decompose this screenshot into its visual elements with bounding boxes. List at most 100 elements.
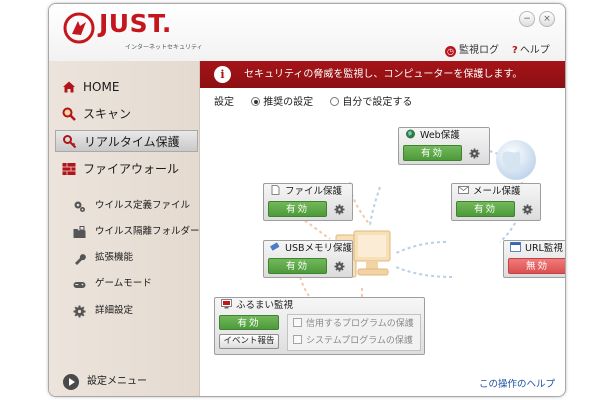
sidebar-item-label: 拡張機能: [95, 252, 134, 263]
sidebar-item-quarantine-folder[interactable]: ウイルス隔離フォルダー: [71, 223, 200, 241]
recommended-label: 推奨の設定: [263, 97, 314, 108]
monitor-icon: [221, 299, 232, 309]
operation-help-link[interactable]: この操作のヘルプ: [479, 376, 555, 390]
folder-lock-icon: [73, 226, 86, 238]
sidebar-item-extensions[interactable]: 拡張機能: [71, 249, 133, 267]
file-protection-toggle[interactable]: 有効: [268, 201, 327, 217]
gear-icon[interactable]: [334, 204, 345, 215]
title-bar: JUST. インターネットセキュリティ − × ◷ 監視ログ ? ヘルプ: [49, 4, 565, 61]
monitor-log-link[interactable]: ◷ 監視ログ: [445, 41, 499, 57]
close-button[interactable]: ×: [539, 11, 555, 27]
card-title-label: メール保護: [473, 186, 521, 197]
gear-icon[interactable]: [469, 148, 480, 159]
brand-subtitle: インターネットセキュリティ: [125, 44, 203, 51]
main-content: i セキュリティの脅威を監視し、コンピューターを保護します。 設定 推奨の設定 …: [200, 61, 565, 396]
mode-label: 設定: [214, 97, 234, 108]
usb-icon: [270, 242, 280, 251]
mail-protection-card: メール保護 有効: [451, 183, 541, 221]
system-program-option[interactable]: システムプログラムの保護: [293, 335, 413, 348]
checkbox[interactable]: [293, 335, 302, 344]
card-title-label: ファイル保護: [285, 186, 343, 197]
gear-icon[interactable]: [522, 204, 533, 215]
wrench-icon: [75, 254, 86, 265]
usb-protection-card: USBメモリ保護 有効: [263, 240, 353, 278]
behavior-options: 信用するプログラムの保護 システムプログラムの保護: [287, 314, 421, 351]
play-icon: [63, 374, 79, 390]
status-banner: i セキュリティの脅威を監視し、コンピューターを保護します。: [200, 61, 565, 88]
monitor-log-label: 監視ログ: [459, 45, 499, 56]
card-title: Web保護: [405, 129, 460, 143]
gear-icon[interactable]: [334, 261, 345, 272]
url-monitor-card: URL監視 無効: [503, 240, 565, 278]
logo-emblem-icon: [63, 12, 95, 44]
card-title: USBメモリ保護: [270, 242, 352, 256]
globe-icon: [496, 140, 536, 180]
settings-menu-button[interactable]: 設定メニュー: [63, 372, 147, 392]
option-label: システムプログラムの保護: [306, 336, 413, 346]
brand-logo: JUST. インターネットセキュリティ: [63, 9, 223, 52]
panel-title: ふるまい監視: [221, 299, 293, 313]
usb-protection-toggle[interactable]: 有効: [268, 258, 327, 274]
sidebar-item-label: スキャン: [83, 107, 132, 121]
sidebar-item-virus-definitions[interactable]: ウイルス定義ファイル: [71, 197, 190, 215]
question-icon: ?: [512, 45, 518, 56]
card-title: メール保護: [458, 185, 521, 199]
mode-selector: 設定 推奨の設定 自分で設定する: [214, 95, 412, 111]
key-icon: [63, 135, 77, 149]
help-link[interactable]: ? ヘルプ: [512, 41, 550, 56]
gears-icon: [74, 201, 85, 212]
sidebar-item-realtime-protection[interactable]: リアルタイム保護: [55, 130, 198, 152]
web-protection-card: Web保護 有効: [398, 127, 490, 165]
help-label: ヘルプ: [519, 45, 550, 56]
app-window: JUST. インターネットセキュリティ − × ◷ 監視ログ ? ヘルプ HOME …: [48, 3, 566, 397]
globe-icon: [406, 129, 415, 139]
card-title: URL監視: [510, 242, 563, 256]
checkbox[interactable]: [293, 318, 302, 327]
home-icon: [63, 81, 75, 93]
document-icon: [271, 185, 280, 195]
sidebar-item-label: ファイアウォール: [83, 162, 180, 176]
radio-indicator: [330, 97, 340, 106]
radio-indicator: [251, 97, 261, 106]
sidebar: HOME スキャン リアルタイム保護 ファイアウォール ウイルス定義ファイル ウ…: [49, 61, 200, 396]
url-monitor-toggle[interactable]: 無効: [508, 258, 565, 274]
behavior-monitor-toggle[interactable]: 有効: [219, 315, 279, 330]
behavior-monitor-panel: ふるまい監視 有効 イベント報告 信用するプログラムの保護 システムプログラムの…: [214, 297, 425, 355]
sidebar-item-label: ゲームモード: [95, 278, 152, 289]
envelope-icon: [458, 186, 469, 194]
sidebar-item-game-mode[interactable]: ゲームモード: [71, 275, 152, 293]
recommended-radio[interactable]: 推奨の設定: [251, 97, 313, 108]
sidebar-item-label: HOME: [83, 80, 120, 94]
card-title-label: Web保護: [420, 130, 460, 141]
custom-radio[interactable]: 自分で設定する: [330, 97, 412, 108]
sidebar-item-advanced-settings[interactable]: 詳細設定: [71, 302, 133, 320]
card-title-label: USBメモリ保護: [285, 243, 353, 254]
settings-menu-label: 設定メニュー: [87, 376, 147, 387]
option-label: 信用するプログラムの保護: [306, 319, 414, 329]
gear-icon: [73, 305, 86, 318]
firewall-icon: [62, 163, 76, 175]
sidebar-item-home[interactable]: HOME: [55, 76, 198, 98]
sidebar-item-label: 詳細設定: [95, 305, 134, 316]
card-title-label: URL監視: [525, 243, 563, 254]
file-protection-card: ファイル保護 有効: [263, 183, 353, 221]
magnifier-icon: [62, 107, 76, 121]
info-icon: i: [214, 66, 231, 83]
clock-icon: ◷: [445, 46, 456, 57]
panel-title-label: ふるまい監視: [236, 300, 294, 311]
sidebar-item-scan[interactable]: スキャン: [55, 103, 198, 125]
browser-window-icon: [510, 242, 521, 252]
brand-name: JUST.: [99, 9, 172, 38]
event-report-button[interactable]: イベント報告: [219, 334, 279, 349]
trusted-program-option[interactable]: 信用するプログラムの保護: [293, 318, 414, 331]
card-title: ファイル保護: [270, 185, 342, 199]
custom-label: 自分で設定する: [342, 97, 413, 108]
sidebar-item-label: ウイルス定義ファイル: [95, 200, 191, 211]
sidebar-item-label: ウイルス隔離フォルダー: [95, 226, 200, 237]
sidebar-item-firewall[interactable]: ファイアウォール: [55, 158, 198, 180]
mail-protection-toggle[interactable]: 有効: [456, 201, 515, 217]
web-protection-toggle[interactable]: 有効: [403, 145, 462, 161]
gamepad-icon: [73, 282, 86, 288]
banner-text: セキュリティの脅威を監視し、コンピューターを保護します。: [244, 69, 523, 80]
minimize-button[interactable]: −: [519, 11, 535, 27]
